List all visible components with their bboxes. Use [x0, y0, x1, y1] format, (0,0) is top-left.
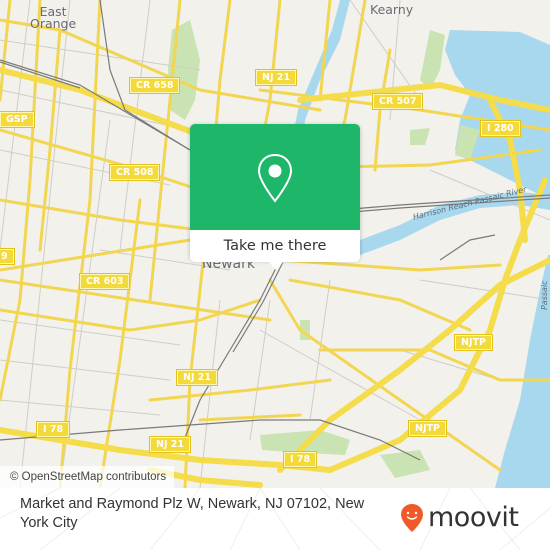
popup-header	[190, 124, 360, 230]
river-label-passaic-east: Passaic	[540, 280, 549, 310]
road-shield-cr-603: CR 603	[78, 273, 131, 290]
place-label-line: Kearny	[370, 2, 414, 17]
location-popup: Take me there	[190, 124, 360, 270]
place-label-east-orange: East Orange	[30, 5, 77, 31]
map-pin-icon	[257, 153, 293, 203]
road-shield-gsp: GSP	[0, 111, 35, 128]
road-shield-nj-21: NJ 21	[148, 436, 192, 453]
road-shield-i-78: I 78	[282, 451, 318, 468]
moovit-wordmark: moovit	[428, 502, 519, 533]
address-text: Market and Raymond Plz W, Newark, NJ 071…	[20, 496, 365, 531]
road-shield-nj-21: NJ 21	[175, 369, 219, 386]
road-shield-i-78: I 78	[35, 421, 71, 438]
road-shield-9: 9	[0, 248, 15, 265]
take-me-there-button[interactable]: Take me there	[190, 230, 360, 262]
road-shield-njtp: NJTP	[454, 334, 493, 351]
road-shield-njtp: NJTP	[408, 420, 447, 437]
map[interactable]: East Orange Kearny Newark CR 658 NJ 21 C…	[0, 0, 550, 488]
footer: Market and Raymond Plz W, Newark, NJ 071…	[0, 488, 550, 550]
moovit-logo[interactable]: moovit	[400, 502, 519, 534]
map-attribution[interactable]: © OpenStreetMap contributors	[0, 466, 175, 488]
popup-pointer	[268, 261, 284, 270]
moovit-pin-icon	[401, 504, 423, 532]
road-shield-nj-21: NJ 21	[254, 69, 298, 86]
place-label-line: Orange	[30, 16, 77, 31]
road-shield-cr-658: CR 658	[128, 77, 181, 94]
road-shield-cr-507: CR 507	[371, 93, 424, 110]
road-shield-i-280: I 280	[480, 120, 521, 137]
road-shield-cr-508: CR 508	[108, 164, 161, 181]
place-label-kearny: Kearny	[370, 2, 414, 17]
